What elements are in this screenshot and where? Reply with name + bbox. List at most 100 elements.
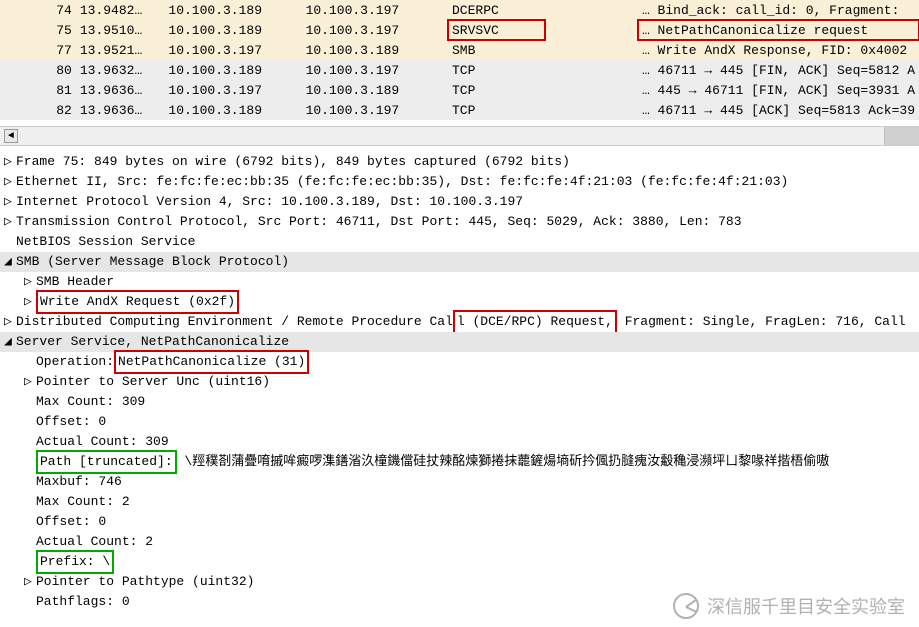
tree-label: SMB (Server Message Block Protocol) — [16, 254, 289, 269]
tree-label: NetBIOS Session Service — [16, 234, 195, 249]
expand-icon: ▷ — [4, 152, 16, 172]
tree-offset[interactable]: Offset: 0 — [0, 412, 919, 432]
cell-blank — [545, 80, 638, 100]
tree-label: Actual Count: 309 — [36, 434, 169, 449]
cell-src: 10.100.3.189 — [164, 0, 301, 20]
cell-no: 81 — [0, 80, 76, 100]
cell-blank — [545, 0, 638, 20]
tree-ip[interactable]: ▷Internet Protocol Version 4, Src: 10.10… — [0, 192, 919, 212]
packet-row[interactable]: 7413.9482…10.100.3.18910.100.3.197DCERPC… — [0, 0, 919, 20]
packet-row[interactable]: 7713.9521…10.100.3.19710.100.3.189SMB … W… — [0, 40, 919, 60]
cell-src: 10.100.3.189 — [164, 60, 301, 80]
tree-label: Pointer to Pathtype (uint32) — [36, 574, 254, 589]
packet-row[interactable]: 8013.9632…10.100.3.18910.100.3.197TCP… 4… — [0, 60, 919, 80]
expand-icon: ▷ — [4, 312, 16, 332]
tree-label: Pointer to Server Unc (uint16) — [36, 374, 270, 389]
tree-label-post: Fragment: Single, FragLen: 716, Call — [617, 314, 906, 329]
cell-dst: 10.100.3.189 — [302, 80, 448, 100]
op-label: Operation: — [36, 354, 114, 369]
packet-detail-tree[interactable]: ▷Frame 75: 849 bytes on wire (6792 bits)… — [0, 146, 919, 612]
cell-time: 13.9636… — [76, 100, 165, 120]
hscroll-bar[interactable]: ◄ — [0, 126, 919, 146]
cell-src: 10.100.3.197 — [164, 40, 301, 60]
tree-label: Offset: 0 — [36, 514, 106, 529]
cell-time: 13.9521… — [76, 40, 165, 60]
cell-time: 13.9482… — [76, 0, 165, 20]
packet-row[interactable]: 7513.9510…10.100.3.18910.100.3.197SRVSVC… — [0, 20, 919, 40]
expand-icon: ▷ — [24, 292, 36, 312]
cell-info: … 445 → 46711 [FIN, ACK] Seq=3931 A — [638, 80, 919, 100]
cell-blank — [545, 20, 638, 40]
tree-label: Maxbuf: 746 — [36, 474, 122, 489]
tree-write-andx[interactable]: ▷Write AndX Request (0x2f) — [0, 292, 919, 312]
highlight-red: l (DCE/RPC) Request, — [453, 310, 617, 334]
tree-label: Offset: 0 — [36, 414, 106, 429]
collapse-icon: ◢ — [4, 332, 16, 352]
tree-dcerpc[interactable]: ▷Distributed Computing Environment / Rem… — [0, 312, 919, 332]
tree-label: Internet Protocol Version 4, Src: 10.100… — [16, 194, 523, 209]
cell-dst: 10.100.3.197 — [302, 20, 448, 40]
tree-max-count-2[interactable]: Max Count: 2 — [0, 492, 919, 512]
cell-no: 75 — [0, 20, 76, 40]
cell-proto: TCP — [448, 60, 545, 80]
expand-icon: ▷ — [24, 372, 36, 392]
tree-pathflags[interactable]: Pathflags: 0 — [0, 592, 919, 612]
cell-info: … Bind_ack: call_id: 0, Fragment: — [638, 0, 919, 20]
cell-no: 82 — [0, 100, 76, 120]
tree-label: Pathflags: 0 — [36, 594, 130, 609]
cell-proto: SRVSVC — [448, 20, 545, 40]
tree-operation[interactable]: Operation: NetPathCanonicalize (31) — [0, 352, 919, 372]
scroll-left-icon[interactable]: ◄ — [4, 129, 18, 143]
highlight-red: NetPathCanonicalize (31) — [114, 350, 309, 374]
cell-info: … 46711 → 445 [ACK] Seq=5813 Ack=39 — [638, 100, 919, 120]
tree-ptr-pathtype[interactable]: ▷Pointer to Pathtype (uint32) — [0, 572, 919, 592]
cell-dst: 10.100.3.189 — [302, 40, 448, 60]
cell-proto: SMB — [448, 40, 545, 60]
expand-icon: ▷ — [4, 192, 16, 212]
cell-blank — [545, 60, 638, 80]
tree-eth[interactable]: ▷Ethernet II, Src: fe:fc:fe:ec:bb:35 (fe… — [0, 172, 919, 192]
highlight-red: Write AndX Request (0x2f) — [36, 290, 239, 314]
tree-label: Actual Count: 2 — [36, 534, 153, 549]
tree-path[interactable]: Path [truncated]: \羥穙剳蒲疊唷摵哞癜啰潗鐥渻汣橦鐖儅硅扙辣酩… — [0, 452, 919, 472]
cell-no: 74 — [0, 0, 76, 20]
expand-icon: ▷ — [24, 272, 36, 292]
highlight-green: Prefix: \ — [36, 550, 114, 574]
tree-max-count[interactable]: Max Count: 309 — [0, 392, 919, 412]
cell-dst: 10.100.3.197 — [302, 0, 448, 20]
scroll-thumb[interactable] — [884, 127, 919, 145]
cell-src: 10.100.3.189 — [164, 100, 301, 120]
tree-label: Transmission Control Protocol, Src Port:… — [16, 214, 742, 229]
cell-info: … Write AndX Response, FID: 0x4002 — [638, 40, 919, 60]
cell-no: 80 — [0, 60, 76, 80]
tree-tcp[interactable]: ▷Transmission Control Protocol, Src Port… — [0, 212, 919, 232]
cell-time: 13.9636… — [76, 80, 165, 100]
tree-smb[interactable]: ◢SMB (Server Message Block Protocol) — [0, 252, 919, 272]
cell-info: … NetPathCanonicalize request — [638, 20, 919, 40]
tree-maxbuf[interactable]: Maxbuf: 746 — [0, 472, 919, 492]
expand-icon: ▷ — [4, 172, 16, 192]
tree-label: Max Count: 2 — [36, 494, 130, 509]
packet-row[interactable]: 8213.9636…10.100.3.18910.100.3.197TCP… 4… — [0, 100, 919, 120]
cell-no: 77 — [0, 40, 76, 60]
tree-netbios[interactable]: NetBIOS Session Service — [0, 232, 919, 252]
cell-src: 10.100.3.189 — [164, 20, 301, 40]
packet-row[interactable]: 8113.9636…10.100.3.19710.100.3.189TCP … 4… — [0, 80, 919, 100]
expand-icon: ▷ — [4, 212, 16, 232]
tree-frame[interactable]: ▷Frame 75: 849 bytes on wire (6792 bits)… — [0, 152, 919, 172]
tree-srvsvc[interactable]: ◢Server Service, NetPathCanonicalize — [0, 332, 919, 352]
tree-smb-header[interactable]: ▷SMB Header — [0, 272, 919, 292]
collapse-icon: ◢ — [4, 252, 16, 272]
tree-ptr-server-unc[interactable]: ▷Pointer to Server Unc (uint16) — [0, 372, 919, 392]
tree-offset-2[interactable]: Offset: 0 — [0, 512, 919, 532]
tree-actual-count-2[interactable]: Actual Count: 2 — [0, 532, 919, 552]
cell-src: 10.100.3.197 — [164, 80, 301, 100]
cell-proto: TCP — [448, 100, 545, 120]
packet-list[interactable]: 7413.9482…10.100.3.18910.100.3.197DCERPC… — [0, 0, 919, 120]
tree-label: SMB Header — [36, 274, 114, 289]
cell-time: 13.9632… — [76, 60, 165, 80]
tree-actual-count[interactable]: Actual Count: 309 — [0, 432, 919, 452]
path-value: \羥穙剳蒲疊唷摵哞癜啰潗鐥渻汣橦鐖儅硅扙辣酩煉獅捲抹藣鏟煬墒斫扲偑扔膖瘣汝觳穐浸… — [177, 454, 830, 469]
tree-prefix[interactable]: Prefix: \ — [0, 552, 919, 572]
cell-proto: TCP — [448, 80, 545, 100]
